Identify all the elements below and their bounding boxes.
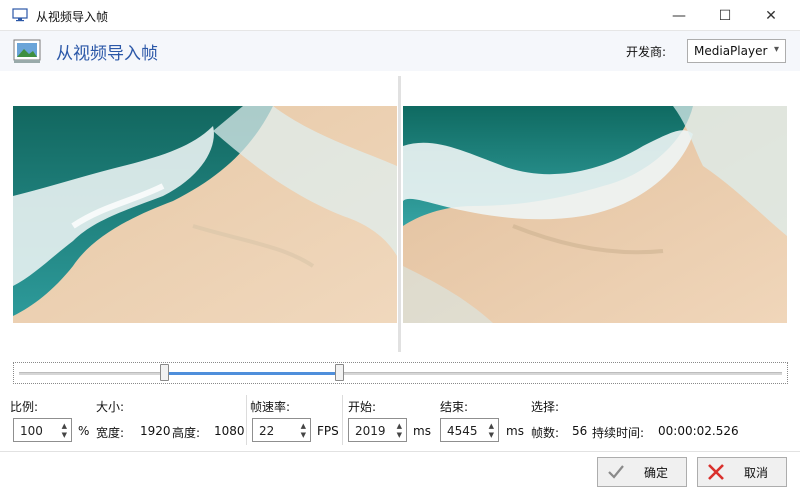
scale-unit: % [78,424,90,438]
spin-up-icon[interactable]: ▲ [489,422,494,430]
fps-value: 22 [259,424,275,438]
frame-range-slider[interactable] [13,362,788,384]
slider-end-thumb[interactable] [335,364,345,381]
fps-stepper[interactable]: 22 ▲ ▼ [252,418,311,442]
ok-button-label: 确定 [644,465,669,480]
fps-unit: FPS [317,424,339,438]
checkmark-icon [602,458,630,486]
width-value: 1920 [140,424,171,438]
slider-track [19,372,782,375]
spin-up-icon[interactable]: ▲ [301,422,306,430]
spin-down-icon[interactable]: ▼ [397,431,402,439]
spin-down-icon[interactable]: ▼ [62,431,67,439]
preview-divider[interactable] [398,76,401,352]
slider-start-thumb[interactable] [159,364,169,381]
vendor-value: MediaPlayer [694,44,768,58]
start-frame-preview [13,106,397,323]
maximize-button[interactable]: ☐ [702,0,748,31]
width-label: 宽度: [96,426,125,440]
end-stepper[interactable]: 4545 ▲ ▼ [440,418,499,442]
duration-label: 持续时间: [592,426,645,440]
dialog-header: 从视频导入帧 开发商: MediaPlayer ▾ [0,31,800,71]
window-title: 从视频导入帧 [36,10,109,24]
vendor-select[interactable]: MediaPlayer ▾ [687,39,786,63]
duration-value: 00:00:02.526 [658,424,739,438]
end-value: 4545 [447,424,478,438]
selection-label: 选择: [531,400,560,414]
start-label: 开始: [348,400,377,414]
start-value: 2019 [355,424,386,438]
dialog-title: 从视频导入帧 [56,44,158,64]
end-unit: ms [506,424,524,438]
cancel-button-label: 取消 [744,465,769,480]
app-monitor-icon [12,8,28,22]
height-label: 高度: [172,426,201,440]
close-button[interactable]: ✕ [748,0,794,31]
slider-selected-range [163,372,340,375]
footer-divider [0,451,800,452]
fps-label: 帧速率: [250,400,291,414]
video-frames-icon [13,39,41,63]
separator [246,395,247,445]
vendor-label: 开发商: [626,45,667,59]
scale-label: 比例: [10,400,39,414]
chevron-down-icon: ▾ [773,44,779,55]
spin-down-icon[interactable]: ▼ [489,431,494,439]
ok-button[interactable]: 确定 [597,457,687,487]
start-stepper[interactable]: 2019 ▲ ▼ [348,418,407,442]
cancel-button[interactable]: 取消 [697,457,787,487]
spin-up-icon[interactable]: ▲ [397,422,402,430]
scale-value: 100 [20,424,43,438]
size-label: 大小: [96,400,125,414]
frames-value: 56 [572,424,588,438]
end-label: 结束: [440,400,469,414]
minimize-button[interactable]: — [656,0,702,31]
scale-stepper[interactable]: 100 ▲ ▼ [13,418,72,442]
frames-label: 帧数: [531,426,560,440]
spin-up-icon[interactable]: ▲ [62,422,67,430]
separator [342,395,343,445]
height-value: 1080 [214,424,245,438]
end-frame-preview [403,106,787,323]
cross-icon [702,458,730,486]
title-bar: 从视频导入帧 — ☐ ✕ [0,0,800,31]
start-unit: ms [413,424,431,438]
spin-down-icon[interactable]: ▼ [301,431,306,439]
